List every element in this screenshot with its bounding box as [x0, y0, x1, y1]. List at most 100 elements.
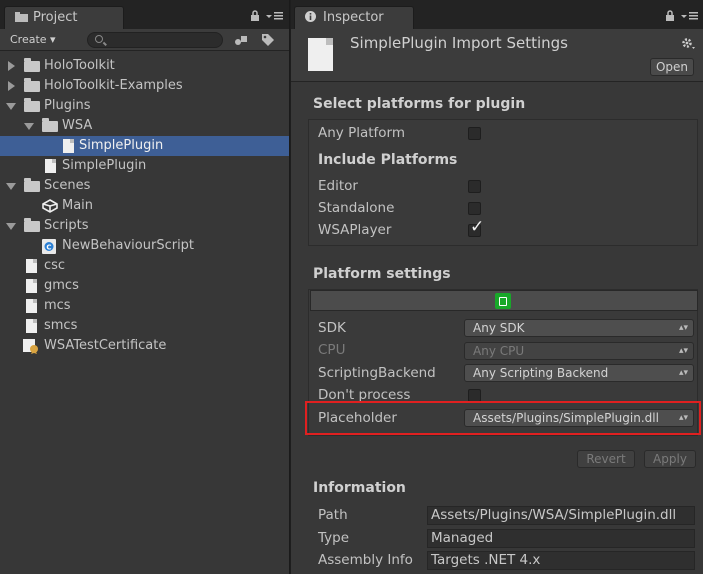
file-icon	[26, 259, 37, 273]
project-toolbar: Create ▾	[0, 29, 289, 51]
standalone-label: Standalone	[318, 200, 395, 216]
folder-icon	[24, 218, 40, 232]
project-tree: HoloToolkit HoloToolkit-Examples Plugins…	[0, 56, 289, 356]
lock-icon[interactable]	[665, 10, 675, 24]
editor-label: Editor	[318, 178, 358, 194]
information-heading: Information	[313, 480, 406, 496]
open-button[interactable]: Open	[650, 58, 694, 76]
inspector-panel: Inspector SimplePlugin Import Settings O…	[291, 0, 703, 574]
tree-item-label: csc	[44, 258, 66, 273]
tab-project[interactable]: Project	[4, 6, 124, 29]
svg-text:C: C	[46, 244, 51, 252]
tree-item-label: HoloToolkit-Examples	[44, 78, 183, 93]
project-tab-bar: Project	[0, 0, 289, 29]
tree-item-label: NewBehaviourScript	[62, 238, 195, 253]
tree-item-label: mcs	[44, 298, 71, 313]
tree-item-label: Main	[62, 198, 94, 213]
apply-button[interactable]: Apply	[644, 450, 696, 468]
cpu-dropdown: Any CPU ▴▾	[464, 342, 694, 360]
wsaplayer-checkbox[interactable]: ✓	[468, 219, 484, 237]
tree-item-label: gmcs	[44, 278, 79, 293]
folder-icon	[24, 178, 40, 192]
gear-icon[interactable]	[681, 37, 697, 55]
panel-menu-icon[interactable]	[266, 10, 284, 23]
sdk-dropdown[interactable]: Any SDK ▴▾	[464, 319, 694, 337]
foldout-arrow-icon[interactable]	[24, 123, 34, 130]
asset-file-icon	[308, 38, 333, 71]
checkmark-icon: ✓	[470, 217, 485, 237]
foldout-arrow-icon[interactable]	[6, 223, 16, 230]
inspector-tab-bar: Inspector	[291, 0, 703, 29]
tree-item-holotoolkit-examples[interactable]: HoloToolkit-Examples	[0, 76, 289, 96]
tree-item-label: Plugins	[44, 98, 91, 113]
tree-item-simpleplugin-wsa[interactable]: SimplePlugin	[0, 136, 289, 156]
tree-item-main[interactable]: Main	[0, 196, 289, 216]
tree-item-label: HoloToolkit	[44, 58, 115, 73]
file-icon	[26, 319, 37, 333]
cpu-label: CPU	[318, 342, 346, 358]
foldout-arrow-icon[interactable]	[8, 81, 15, 91]
wsaplayer-label: WSAPlayer	[318, 222, 392, 238]
tree-item-holotoolkit[interactable]: HoloToolkit	[0, 56, 289, 76]
standalone-checkbox[interactable]	[468, 202, 481, 215]
create-button[interactable]: Create ▾	[10, 32, 56, 48]
tree-item-label: smcs	[44, 318, 78, 333]
panel-menu-icon[interactable]	[681, 10, 699, 23]
foldout-arrow-icon[interactable]	[6, 183, 16, 190]
tree-item-label: WSATestCertificate	[44, 338, 167, 353]
page-title: SimplePlugin Import Settings	[350, 34, 568, 52]
search-icon	[95, 35, 103, 43]
assembly-info-field: Targets .NET 4.x	[427, 551, 695, 570]
inspector-header: SimplePlugin Import Settings Open	[291, 29, 703, 82]
folder-tab-icon	[15, 8, 28, 22]
dropdown-arrows-icon: ▴▾	[678, 323, 688, 333]
scripting-backend-label: ScriptingBackend	[318, 365, 436, 381]
inspector-tab-label: Inspector	[323, 10, 384, 25]
file-icon	[26, 299, 37, 313]
search-input[interactable]	[87, 32, 223, 48]
scripting-backend-value: Any Scripting Backend	[473, 366, 609, 380]
tree-item-scripts[interactable]: Scripts	[0, 216, 289, 236]
tree-item-csc[interactable]: csc	[0, 256, 289, 276]
tree-item-label: SimplePlugin	[79, 138, 164, 153]
sdk-value: Any SDK	[473, 321, 525, 335]
platform-tab-bar	[310, 290, 698, 311]
type-field: Managed	[427, 529, 695, 548]
folder-icon	[24, 58, 40, 72]
tree-item-gmcs[interactable]: gmcs	[0, 276, 289, 296]
foldout-arrow-icon[interactable]	[6, 103, 16, 110]
windows-store-icon[interactable]	[495, 293, 511, 309]
filter-by-label-icon[interactable]	[260, 32, 276, 48]
tree-item-label: WSA	[62, 118, 93, 133]
certificate-icon	[22, 338, 40, 361]
tab-inspector[interactable]: Inspector	[294, 6, 414, 29]
file-icon	[45, 159, 56, 173]
tree-item-label: SimplePlugin	[62, 158, 147, 173]
path-field: Assets/Plugins/WSA/SimplePlugin.dll	[427, 506, 695, 525]
folder-icon	[42, 118, 58, 132]
tree-item-plugins[interactable]: Plugins	[0, 96, 289, 116]
lock-icon[interactable]	[250, 10, 260, 24]
any-platform-checkbox[interactable]	[468, 127, 481, 140]
tree-item-wsatestcertificate[interactable]: WSATestCertificate	[0, 336, 289, 356]
dropdown-arrows-icon: ▴▾	[678, 368, 688, 378]
dropdown-arrows-icon: ▴▾	[678, 346, 688, 356]
editor-checkbox[interactable]	[468, 180, 481, 193]
select-platforms-heading: Select platforms for plugin	[313, 96, 526, 112]
tree-item-mcs[interactable]: mcs	[0, 296, 289, 316]
highlight-annotation-box	[305, 401, 701, 435]
project-panel: Project Create ▾ HoloToolkit HoloToolkit…	[0, 0, 290, 574]
tree-item-smcs[interactable]: smcs	[0, 316, 289, 336]
tree-item-scenes[interactable]: Scenes	[0, 176, 289, 196]
revert-button[interactable]: Revert	[577, 450, 635, 468]
file-icon	[26, 279, 37, 293]
tree-item-label: Scripts	[44, 218, 89, 233]
folder-icon	[24, 78, 40, 92]
path-label: Path	[318, 507, 348, 523]
scripting-backend-dropdown[interactable]: Any Scripting Backend ▴▾	[464, 364, 694, 382]
tree-item-wsa[interactable]: WSA	[0, 116, 289, 136]
tree-item-newbehaviourscript[interactable]: C NewBehaviourScript	[0, 236, 289, 256]
filter-by-type-icon[interactable]	[233, 32, 249, 48]
tree-item-simpleplugin[interactable]: SimplePlugin	[0, 156, 289, 176]
foldout-arrow-icon[interactable]	[8, 61, 15, 71]
